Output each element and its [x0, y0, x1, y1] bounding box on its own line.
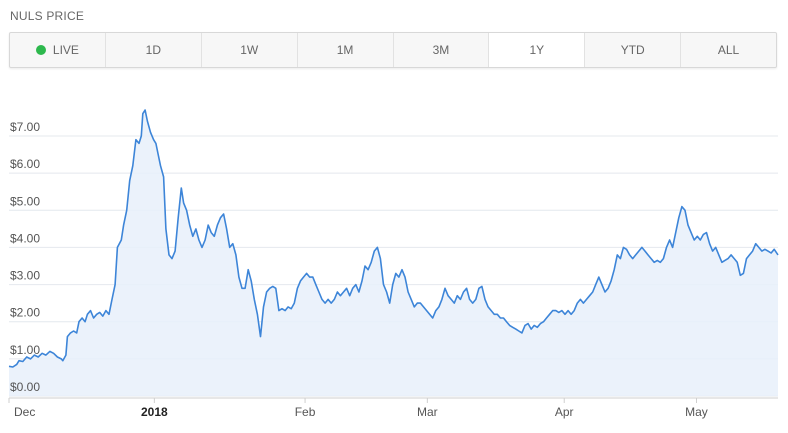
range-button-1d[interactable]: 1D	[106, 33, 202, 67]
range-button-label: YTD	[620, 43, 645, 57]
y-tick-label: $4.00	[10, 231, 40, 245]
range-button-3m[interactable]: 3M	[394, 33, 490, 67]
x-axis-ticks: Dec 2018 Feb Mar Apr May	[8, 398, 708, 419]
y-tick-label: $3.00	[10, 269, 40, 283]
y-tick-label: $5.00	[10, 194, 40, 208]
chart-title: NULS PRICE	[10, 9, 85, 23]
x-tick-label: Feb	[295, 405, 316, 419]
live-status-dot-icon	[35, 45, 46, 55]
range-button-label: 1W	[240, 43, 259, 57]
x-tick-label: 2018	[141, 405, 168, 419]
x-tick-label: May	[685, 405, 708, 419]
y-tick-label: $1.00	[10, 343, 40, 357]
x-tick-label: Mar	[417, 405, 438, 419]
y-axis-ticks: $0.00 $1.00 $2.00 $3.00 $4.00 $5.00 $6.00 $7.00	[10, 120, 40, 394]
x-tick-label: Apr	[555, 405, 574, 419]
price-area-fill	[9, 110, 778, 396]
y-tick-label: $2.00	[10, 306, 40, 320]
range-button-1y[interactable]: 1Y	[489, 33, 586, 67]
y-tick-label: $7.00	[10, 120, 40, 134]
x-tick-label: Dec	[14, 405, 35, 419]
range-button-label: 1Y	[529, 43, 545, 57]
range-button-label: 1M	[336, 43, 354, 57]
range-button-1m[interactable]: 1M	[298, 33, 394, 67]
time-range-selector: LIVE 1D 1W 1M 3M 1Y YTD ALL	[9, 32, 777, 68]
range-button-label: 3M	[432, 43, 450, 57]
range-button-label: LIVE	[52, 43, 79, 57]
range-button-all[interactable]: ALL	[681, 33, 776, 67]
y-tick-label: $6.00	[10, 157, 40, 171]
range-button-label: ALL	[717, 43, 740, 57]
range-button-live[interactable]: LIVE	[10, 33, 106, 67]
price-chart: $0.00 $1.00 $2.00 $3.00 $4.00 $5.00 $6.00 $7.00…	[8, 109, 779, 419]
y-tick-label: $0.00	[10, 380, 40, 394]
range-button-label: 1D	[145, 43, 161, 57]
range-button-ytd[interactable]: YTD	[585, 33, 682, 67]
range-button-1w[interactable]: 1W	[202, 33, 298, 67]
